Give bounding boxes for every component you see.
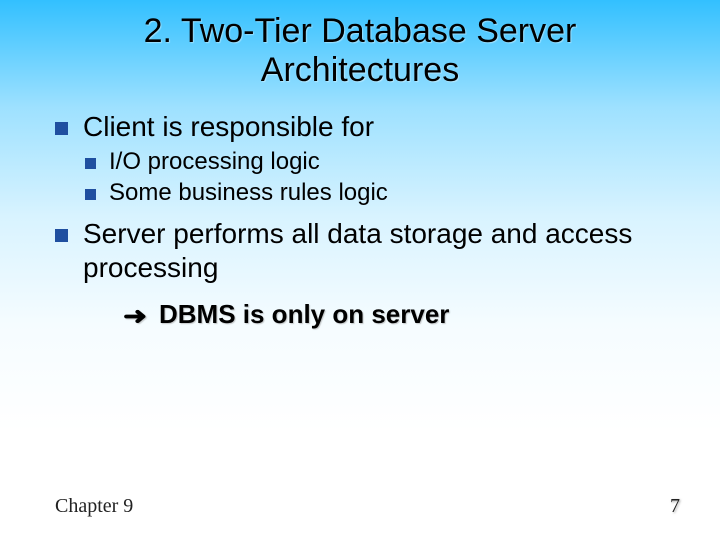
slide-body: Client is responsible for I/O processing…: [0, 90, 720, 330]
conclusion-text: DBMS is only on server: [159, 299, 449, 329]
bullet-text: I/O processing logic: [109, 148, 320, 175]
bullet-server: Server performs all data storage and acc…: [55, 217, 680, 284]
slide: 2. Two-Tier Database Server Architecture…: [0, 0, 720, 540]
subbullet-io: I/O processing logic: [85, 148, 680, 177]
square-bullet-icon: [85, 189, 96, 200]
subbullet-rules: Some business rules logic: [85, 179, 680, 208]
arrow-conclusion: ➜ DBMS is only on server: [125, 299, 680, 330]
square-bullet-icon: [55, 229, 68, 242]
square-bullet-icon: [55, 122, 68, 135]
bullet-text: Client is responsible for: [83, 111, 374, 142]
footer-page-number: 7: [670, 495, 680, 518]
square-bullet-icon: [85, 158, 96, 169]
bullet-text: Server performs all data storage and acc…: [83, 218, 632, 283]
footer-chapter: Chapter 9: [55, 495, 133, 518]
bullet-text: Some business rules logic: [109, 179, 388, 206]
slide-title: 2. Two-Tier Database Server Architecture…: [0, 0, 720, 90]
title-line-2: Architectures: [261, 51, 459, 89]
arrow-right-icon: ➜: [123, 303, 147, 332]
bullet-client: Client is responsible for: [55, 110, 680, 144]
title-line-1: 2. Two-Tier Database Server: [144, 12, 577, 50]
